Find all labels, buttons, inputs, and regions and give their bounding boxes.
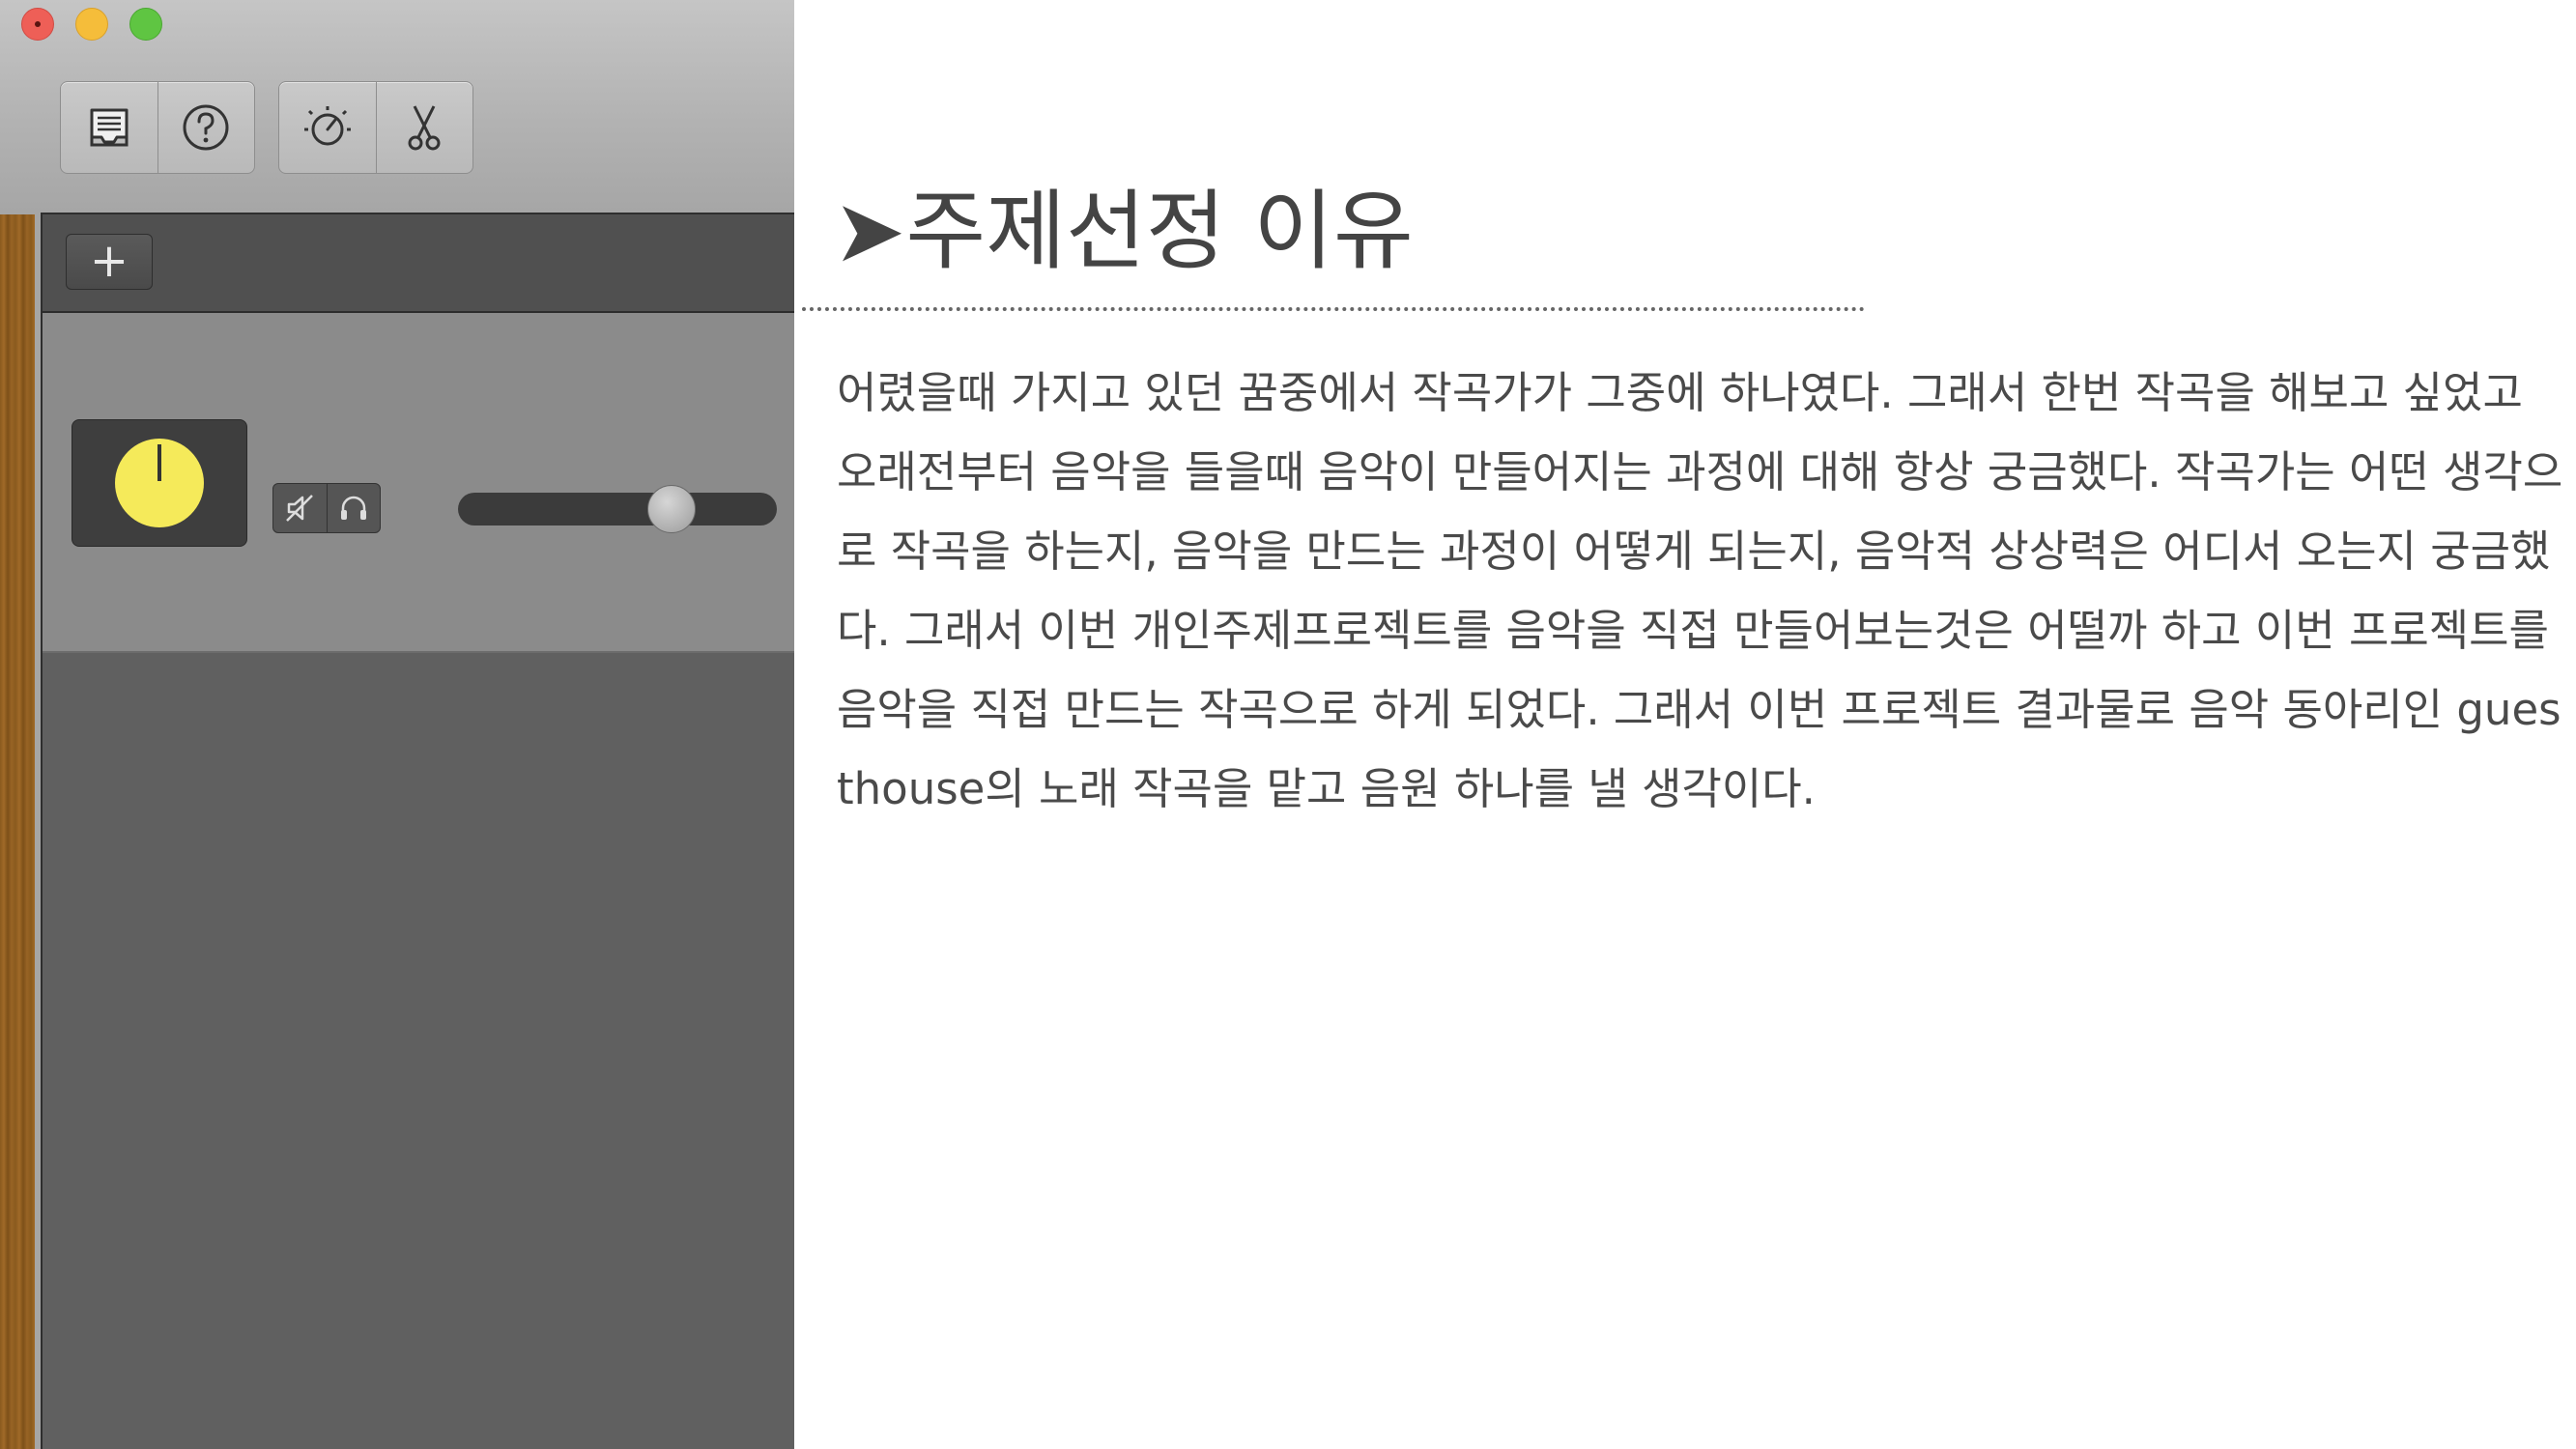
tracks-area: + bbox=[41, 213, 794, 1449]
smart-controls-icon bbox=[303, 106, 351, 146]
track-controls bbox=[272, 483, 381, 533]
help-icon bbox=[183, 104, 229, 151]
volume-slider[interactable] bbox=[458, 485, 777, 533]
editors-button[interactable] bbox=[377, 82, 473, 173]
help-button[interactable] bbox=[158, 82, 255, 173]
track-instrument-icon[interactable] bbox=[72, 419, 247, 547]
dotted-divider bbox=[802, 307, 1865, 311]
window-maximize-button[interactable] bbox=[129, 8, 162, 41]
section-title: ➤주제선정 이유 bbox=[833, 181, 1414, 282]
scissors-icon bbox=[408, 105, 441, 151]
window-close-button[interactable] bbox=[21, 8, 54, 41]
wood-side-panel bbox=[0, 214, 35, 1449]
track-row[interactable] bbox=[43, 313, 794, 653]
document-page: ➤주제선정 이유 어렸을때 가지고 있던 꿈중에서 작곡가가 그중에 하나였다.… bbox=[794, 0, 2576, 1449]
smart-controls-button[interactable] bbox=[279, 82, 377, 173]
library-button[interactable] bbox=[61, 82, 158, 173]
garageband-panel: + bbox=[0, 0, 794, 1449]
headphones-icon bbox=[340, 496, 366, 520]
window-minimize-button[interactable] bbox=[75, 8, 108, 41]
add-track-button[interactable]: + bbox=[66, 234, 153, 290]
app-window: + ➤주제선정 이유 어렸을때 가지고 있던 꿈중에서 작곡가가 그중에 하나였… bbox=[0, 0, 2576, 1449]
toolbar-group-library bbox=[60, 81, 255, 174]
yellow-knob-icon bbox=[115, 439, 204, 527]
volume-slider-thumb[interactable] bbox=[647, 485, 696, 533]
mute-button[interactable] bbox=[273, 484, 328, 532]
body-paragraph: 어렸을때 가지고 있던 꿈중에서 작곡가가 그중에 하나였다. 그래서 한번 작… bbox=[837, 367, 2563, 814]
mute-icon bbox=[286, 495, 314, 522]
library-inbox-icon bbox=[90, 108, 129, 147]
solo-button[interactable] bbox=[328, 484, 381, 532]
tracks-header: + bbox=[43, 214, 794, 313]
toolbar-group-editing bbox=[278, 81, 473, 174]
